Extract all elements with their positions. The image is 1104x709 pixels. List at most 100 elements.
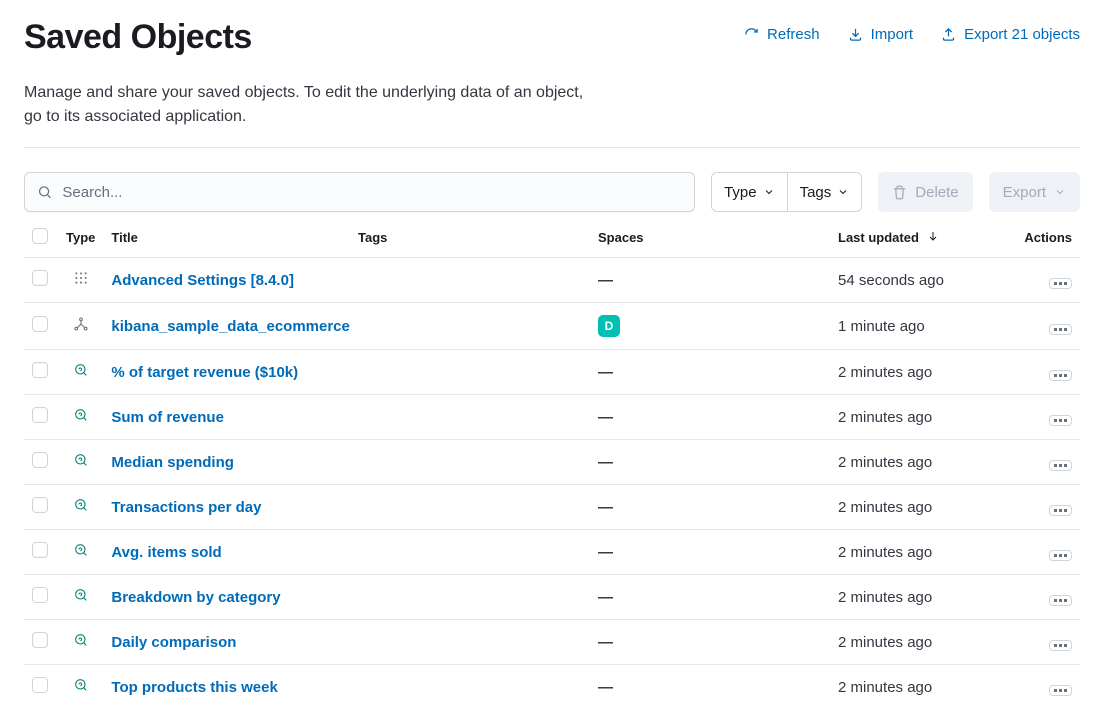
type-icon bbox=[73, 407, 89, 423]
type-filter-label: Type bbox=[724, 184, 757, 201]
chevron-down-icon bbox=[1054, 186, 1066, 198]
type-icon bbox=[73, 452, 89, 468]
space-none: — bbox=[598, 499, 613, 516]
space-none: — bbox=[598, 364, 613, 381]
col-type[interactable]: Type bbox=[58, 220, 103, 258]
row-actions-button[interactable] bbox=[1049, 550, 1072, 561]
table-row: kibana_sample_data_ecommerce D 1 minute ag… bbox=[24, 303, 1080, 350]
search-input-wrap[interactable] bbox=[24, 172, 695, 212]
object-title-link[interactable]: % of target revenue ($10k) bbox=[111, 364, 298, 381]
table-row: % of target revenue ($10k) — 2 minutes ago bbox=[24, 350, 1080, 395]
type-icon bbox=[73, 632, 89, 648]
row-checkbox[interactable] bbox=[32, 497, 48, 513]
type-icon bbox=[73, 677, 89, 693]
table-row: Median spending — 2 minutes ago bbox=[24, 440, 1080, 485]
refresh-icon bbox=[744, 27, 759, 42]
row-actions-button[interactable] bbox=[1049, 640, 1072, 651]
export-selected-label: Export bbox=[1003, 184, 1046, 201]
header-actions: Refresh Import Export 21 objects bbox=[744, 18, 1080, 43]
object-title-link[interactable]: Median spending bbox=[111, 454, 234, 471]
object-title-link[interactable]: Top products this week bbox=[111, 679, 277, 696]
space-badge[interactable]: D bbox=[598, 315, 620, 337]
import-label: Import bbox=[871, 26, 914, 43]
search-input[interactable] bbox=[60, 183, 682, 202]
space-none: — bbox=[598, 272, 613, 289]
col-last-updated[interactable]: Last updated bbox=[830, 220, 1010, 258]
filter-group: Type Tags bbox=[711, 172, 862, 212]
delete-label: Delete bbox=[915, 184, 958, 201]
export-all-label: Export 21 objects bbox=[964, 26, 1080, 43]
row-actions-button[interactable] bbox=[1049, 370, 1072, 381]
divider bbox=[24, 147, 1080, 148]
space-none: — bbox=[598, 634, 613, 651]
row-checkbox[interactable] bbox=[32, 316, 48, 332]
row-actions-button[interactable] bbox=[1049, 685, 1072, 696]
row-actions-button[interactable] bbox=[1049, 278, 1072, 289]
object-title-link[interactable]: Daily comparison bbox=[111, 634, 236, 651]
last-updated: 2 minutes ago bbox=[830, 665, 1010, 709]
table-row: Breakdown by category — 2 minutes ago bbox=[24, 575, 1080, 620]
tags-filter[interactable]: Tags bbox=[787, 173, 862, 211]
table-row: Avg. items sold—2 minutes ago bbox=[24, 530, 1080, 575]
col-title[interactable]: Title bbox=[103, 220, 350, 258]
row-actions-button[interactable] bbox=[1049, 505, 1072, 516]
delete-button: Delete bbox=[878, 172, 972, 212]
saved-objects-table: Type Title Tags Spaces Last updated Acti… bbox=[24, 220, 1080, 709]
last-updated: 1 minute ago bbox=[830, 303, 1010, 350]
table-row: Top products this week — 2 minutes ago bbox=[24, 665, 1080, 709]
search-icon bbox=[37, 184, 52, 200]
type-icon bbox=[73, 542, 89, 558]
last-updated: 2 minutes ago bbox=[830, 350, 1010, 395]
col-spaces[interactable]: Spaces bbox=[590, 220, 830, 258]
select-all-checkbox[interactable] bbox=[32, 228, 48, 244]
type-filter[interactable]: Type bbox=[712, 173, 787, 211]
type-icon bbox=[73, 587, 89, 603]
object-title-link[interactable]: Advanced Settings [8.4.0] bbox=[111, 272, 294, 289]
row-actions-button[interactable] bbox=[1049, 595, 1072, 606]
type-icon bbox=[73, 362, 89, 378]
last-updated: 2 minutes ago bbox=[830, 485, 1010, 530]
controls-bar: Type Tags Delete Export bbox=[24, 172, 1080, 212]
object-title-link[interactable]: kibana_sample_data_ecommerce bbox=[111, 318, 349, 335]
type-icon bbox=[73, 497, 89, 513]
table-row: Daily comparison — 2 minutes ago bbox=[24, 620, 1080, 665]
row-checkbox[interactable] bbox=[32, 587, 48, 603]
row-checkbox[interactable] bbox=[32, 270, 48, 286]
trash-icon bbox=[892, 185, 907, 200]
import-button[interactable]: Import bbox=[848, 26, 914, 43]
page-description: Manage and share your saved objects. To … bbox=[24, 81, 584, 129]
object-title-link[interactable]: Transactions per day bbox=[111, 499, 261, 516]
type-icon bbox=[73, 270, 89, 286]
last-updated: 2 minutes ago bbox=[830, 575, 1010, 620]
last-updated: 2 minutes ago bbox=[830, 440, 1010, 485]
type-icon bbox=[73, 316, 89, 332]
space-none: — bbox=[598, 589, 613, 606]
space-none: — bbox=[598, 679, 613, 696]
table-row: Advanced Settings [8.4.0] — 54 seconds ago bbox=[24, 258, 1080, 303]
col-tags[interactable]: Tags bbox=[350, 220, 590, 258]
row-checkbox[interactable] bbox=[32, 632, 48, 648]
row-checkbox[interactable] bbox=[32, 362, 48, 378]
chevron-down-icon bbox=[763, 186, 775, 198]
last-updated: 2 minutes ago bbox=[830, 395, 1010, 440]
object-title-link[interactable]: Sum of revenue bbox=[111, 409, 224, 426]
row-actions-button[interactable] bbox=[1049, 415, 1072, 426]
col-actions: Actions bbox=[1010, 220, 1080, 258]
last-updated: 54 seconds ago bbox=[830, 258, 1010, 303]
object-title-link[interactable]: Breakdown by category bbox=[111, 589, 280, 606]
table-row: Transactions per day — 2 minutes ago bbox=[24, 485, 1080, 530]
row-checkbox[interactable] bbox=[32, 407, 48, 423]
page-title: Saved Objects bbox=[24, 18, 252, 57]
row-actions-button[interactable] bbox=[1049, 324, 1072, 335]
row-checkbox[interactable] bbox=[32, 542, 48, 558]
last-updated: 2 minutes ago bbox=[830, 620, 1010, 665]
row-checkbox[interactable] bbox=[32, 452, 48, 468]
row-actions-button[interactable] bbox=[1049, 460, 1072, 471]
export-all-button[interactable]: Export 21 objects bbox=[941, 26, 1080, 43]
space-none: — bbox=[598, 409, 613, 426]
row-checkbox[interactable] bbox=[32, 677, 48, 693]
object-title-link[interactable]: Avg. items sold bbox=[111, 544, 221, 561]
chevron-down-icon bbox=[837, 186, 849, 198]
refresh-button[interactable]: Refresh bbox=[744, 26, 820, 43]
space-none: — bbox=[598, 454, 613, 471]
